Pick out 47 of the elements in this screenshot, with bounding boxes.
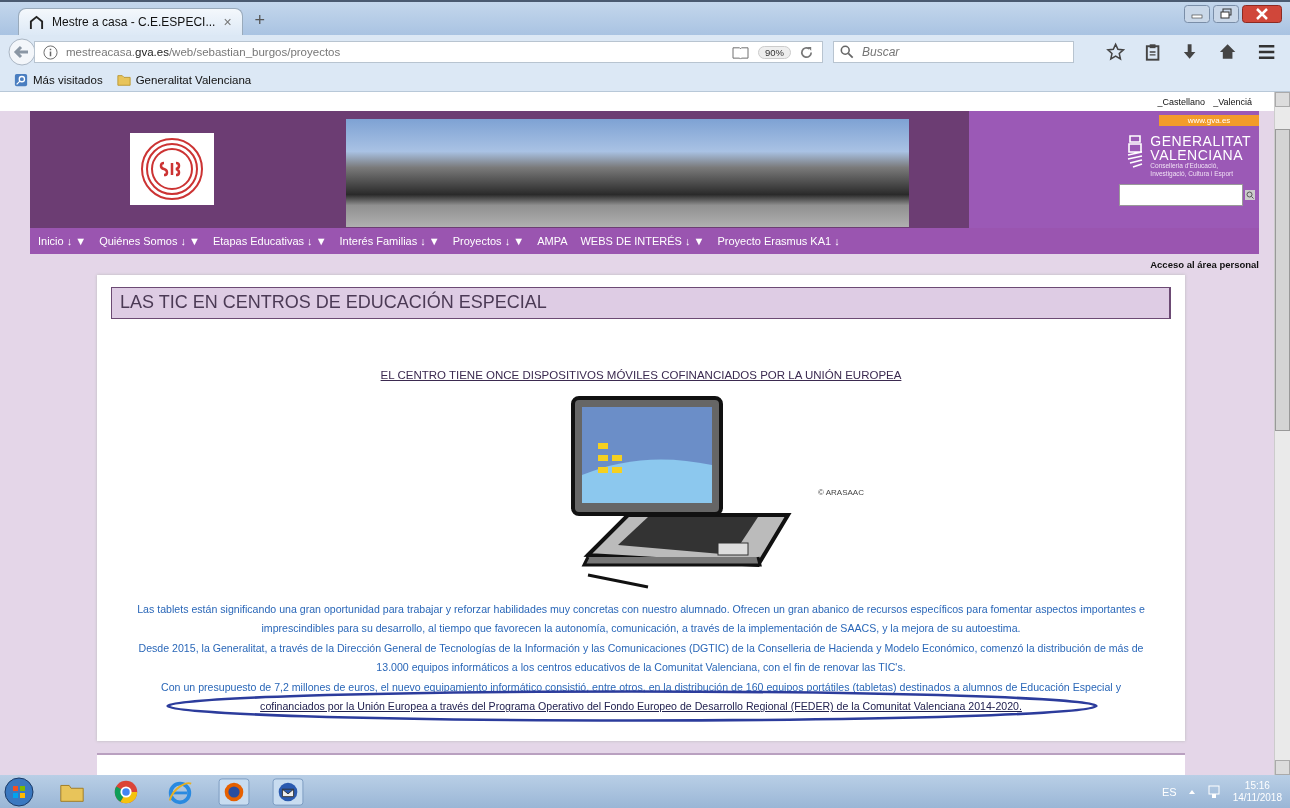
menu-item[interactable]: Interés Familias ↓ ▼: [339, 234, 440, 247]
menu-item[interactable]: Etapas Educativas ↓ ▼: [212, 234, 327, 247]
image-credit: © ARASAAC: [818, 487, 864, 497]
restore-button[interactable]: [1213, 5, 1239, 23]
language-link[interactable]: _Valenciá: [1213, 96, 1252, 107]
home-icon[interactable]: [1217, 42, 1237, 62]
folder-icon: [116, 73, 131, 87]
menu-item[interactable]: Proyecto Erasmus KA1 ↓: [717, 234, 840, 247]
start-button[interactable]: [4, 776, 34, 807]
login-link[interactable]: Acceso al área personal: [1150, 258, 1259, 270]
headline-link[interactable]: EL CENTRO TIENE ONCE DISPOSITIVOS MÓVILES COFINANCIADOS POR LA UNIÓN EUROPEA: [380, 368, 902, 381]
bookmark-icon: [14, 73, 28, 87]
mail-client-icon[interactable]: [272, 777, 304, 806]
zoom-indicator[interactable]: 90%: [757, 45, 791, 59]
search-button[interactable]: [1245, 190, 1255, 201]
menu-item[interactable]: WEBS DE INTERÉS ↓ ▼: [580, 234, 705, 247]
scroll-thumb[interactable]: [1275, 129, 1290, 431]
paragraph: Desde 2015, la Generalitat, a través de la Dirección General de Tecnologías de la Información y las Comunicaciones (DGTIC) de la Conselleria de Hacienda y Modelo Económico, comenzó la distribución de más de 13.000 equipos informáticos a los centros educativos de la Comunitat Valenciana, con el fin de renovar las TIC's.: [137, 640, 1145, 676]
menu-item[interactable]: Inicio ↓ ▼: [38, 234, 87, 247]
paragraph: Con un presupuesto de 7,2 millones de euros, el nuevo equipamiento informático consistió, entre otros, en la distribución de 160 equipos portátiles (tabletas) destinados a alumnos de Educación Especial y: [160, 679, 1122, 695]
site-search-field[interactable]: [1119, 184, 1243, 207]
bookmark-star-icon[interactable]: [1105, 42, 1126, 62]
menu-icon[interactable]: [1256, 42, 1277, 62]
tab-title: Mestre a casa - C.E.ESPECI...: [52, 15, 216, 29]
address-bar[interactable]: mestreacasa.gva.es/web/sebastian_burgos/proyectos 90%: [34, 41, 823, 63]
bookmark-link[interactable]: Generalitat Valenciana: [135, 74, 252, 86]
new-tab-button[interactable]: +: [254, 10, 266, 31]
organization-name: GENERALITAT VALENCIANA: [1150, 134, 1251, 163]
house-icon: [29, 14, 44, 30]
close-tab-button[interactable]: ×: [223, 14, 232, 30]
back-button[interactable]: [8, 38, 36, 66]
paragraph: Las tablets están significando una gran oportunidad para trabajar y reforzar habilidades muy concretas con nuestro alumnado. Ofrecen un gran abanico de recursos específicos para fomentar aspectos importantes e imprescindibles para su desarrollo, al tiempo que favorecen la autonomía, comunicación, a través de la implementación de SAACS, y la mejora de su autoestima.: [136, 601, 1146, 637]
scrollbar[interactable]: [1274, 92, 1290, 775]
bookmark-link[interactable]: Más visitados: [33, 74, 103, 86]
search-icon: [840, 45, 854, 59]
browser-icon[interactable]: [218, 777, 250, 806]
menu-item[interactable]: Proyectos ↓ ▼: [452, 234, 525, 247]
article-title: LAS TIC EN CENTROS DE EDUCACIÓN ESPECIAL: [111, 286, 1171, 319]
info-icon: [43, 44, 58, 60]
menu-item[interactable]: AMPA: [537, 234, 568, 247]
close-window-button[interactable]: [1242, 5, 1282, 23]
reader-view-icon[interactable]: [730, 44, 750, 60]
browser-tab[interactable]: Mestre a casa - C.E.ESPECI... ×: [18, 8, 243, 35]
language-link[interactable]: _Castellano: [1157, 96, 1206, 107]
reload-icon[interactable]: [799, 44, 814, 60]
search-box[interactable]: Buscar: [833, 41, 1074, 63]
menu-item[interactable]: Quiénes Somos ↓ ▼: [99, 234, 200, 247]
